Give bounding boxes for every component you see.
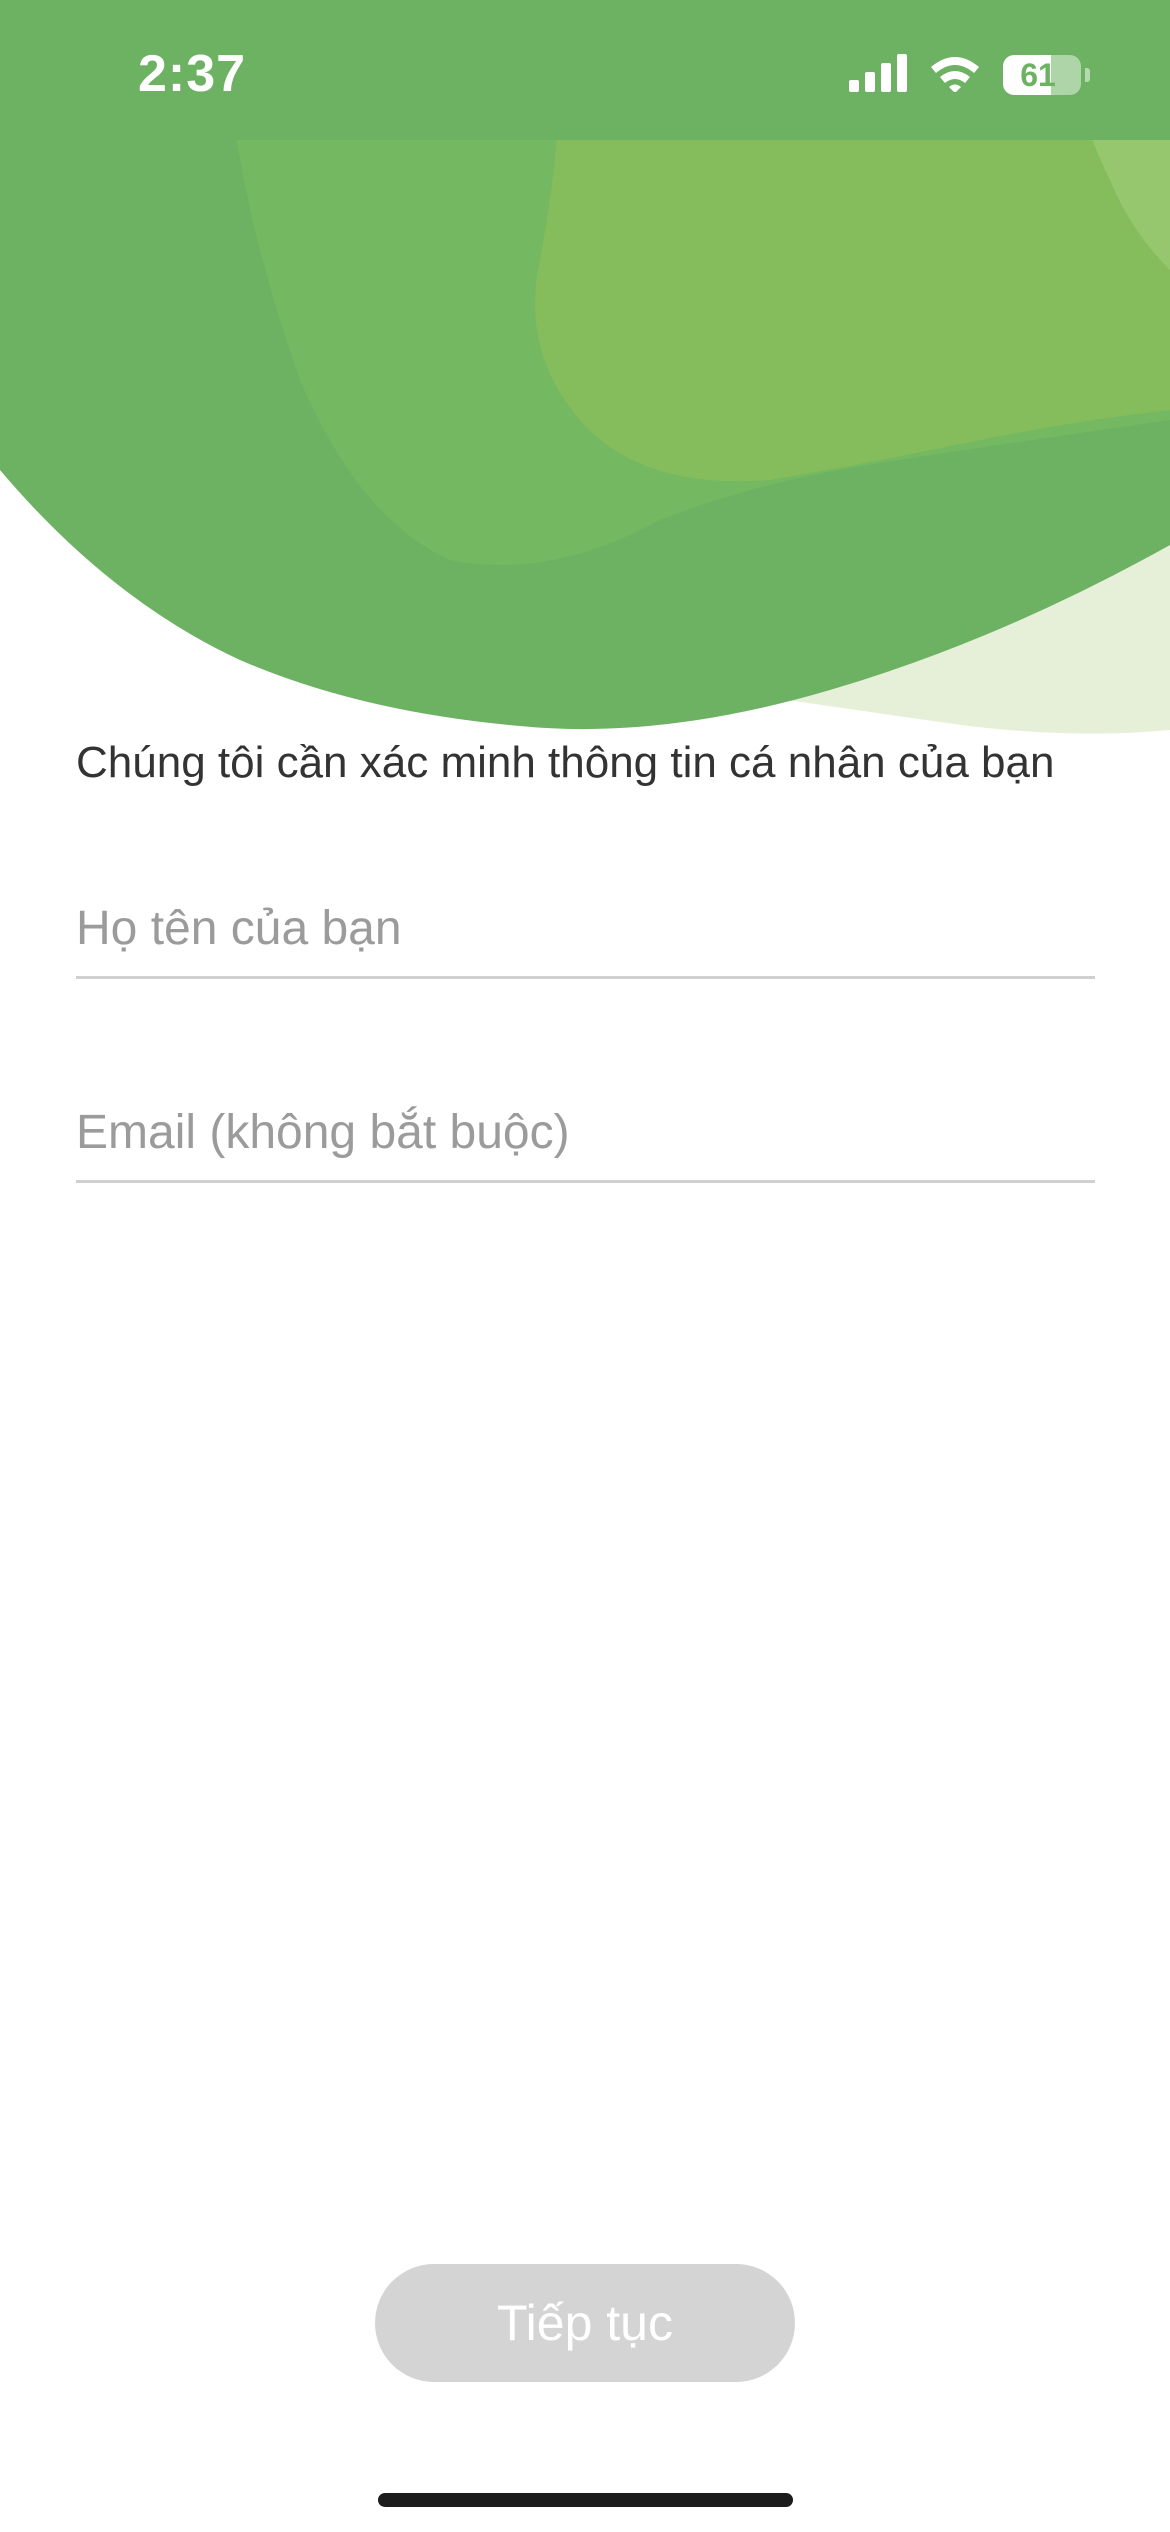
battery-icon: 61 [1003, 55, 1081, 95]
status-bar: 2:37 61 [0, 0, 1170, 140]
verify-info-screen: 2:37 61 Chúng tôi cần xác minh thông tin… [0, 0, 1170, 2532]
status-icons: 61 [849, 50, 1090, 100]
name-field-container [76, 866, 1095, 979]
full-name-input[interactable] [76, 901, 1095, 956]
home-indicator [378, 2493, 793, 2507]
wifi-icon [929, 54, 981, 97]
email-field-container [76, 1070, 1095, 1183]
status-time: 2:37 [138, 45, 247, 103]
form-subtitle: Chúng tôi cần xác minh thông tin cá nhân… [76, 738, 1055, 787]
email-input[interactable] [76, 1105, 1095, 1160]
continue-button[interactable]: Tiếp tục [375, 2264, 795, 2382]
signal-icon [849, 53, 907, 97]
battery-nub [1085, 68, 1090, 82]
battery-level: 61 [1020, 56, 1056, 93]
